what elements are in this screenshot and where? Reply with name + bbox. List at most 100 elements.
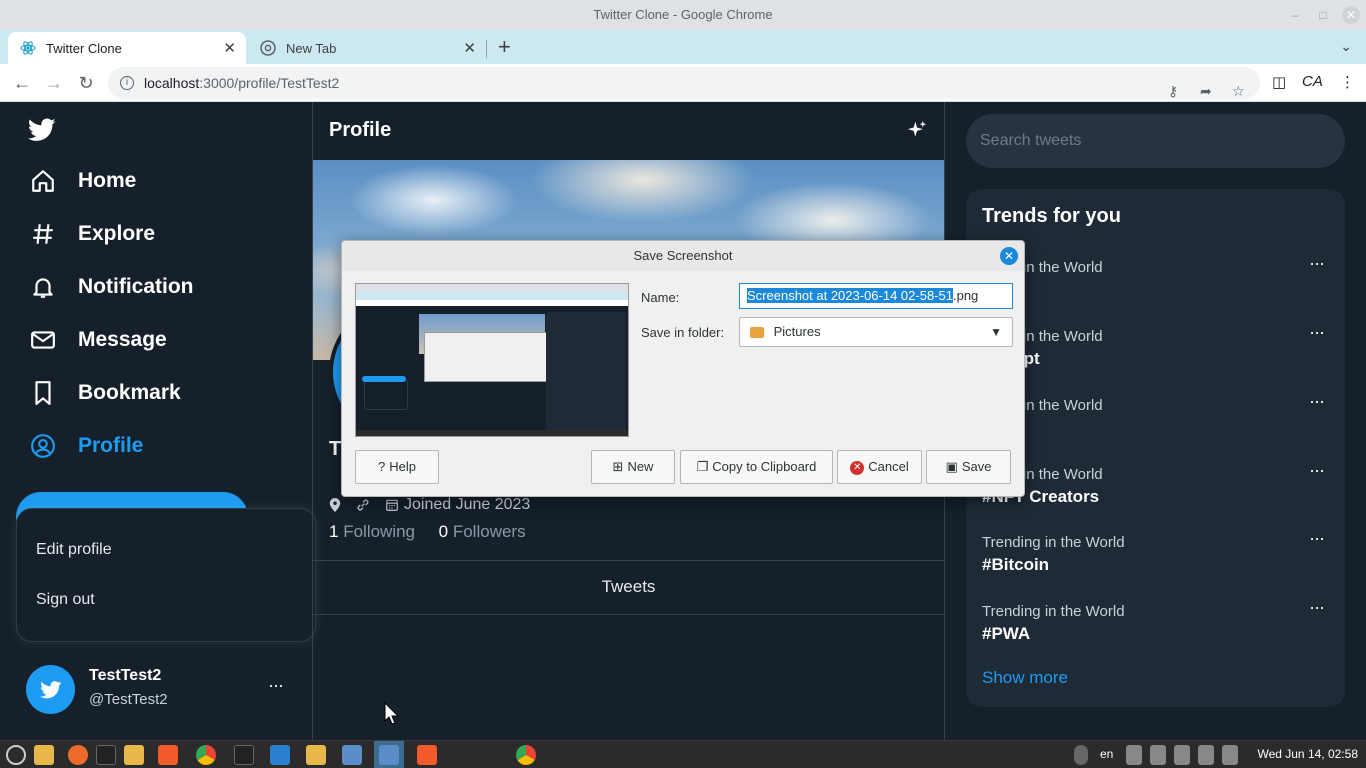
new-tab-button[interactable]: + bbox=[498, 36, 511, 58]
following-label[interactable]: Following bbox=[343, 522, 415, 541]
trend-more-icon[interactable]: ··· bbox=[1309, 253, 1325, 274]
trend-tag: #NFT Creators bbox=[982, 487, 1100, 506]
address-bar[interactable]: i localhost:3000/profile/TestTest2 ⚷ ➦ ☆ bbox=[108, 67, 1260, 99]
trend-more-icon[interactable]: ··· bbox=[1309, 322, 1325, 343]
close-tab-icon[interactable]: ✕ bbox=[223, 39, 236, 57]
side-panel-icon[interactable]: ◫ bbox=[1272, 73, 1286, 91]
sidebar-item-explore[interactable]: Explore bbox=[28, 219, 155, 249]
brave-icon[interactable] bbox=[417, 745, 437, 765]
sidebar-item-home[interactable]: Home bbox=[28, 166, 136, 196]
screenshot-icon[interactable] bbox=[342, 745, 362, 765]
trend-item[interactable]: nding in the World vid19 ··· bbox=[982, 253, 1332, 300]
trend-more-icon[interactable]: ··· bbox=[1309, 597, 1325, 618]
sidebar-item-bookmark[interactable]: Bookmark bbox=[28, 378, 181, 408]
show-more-link[interactable]: Show more bbox=[982, 668, 1068, 688]
terminal-icon[interactable] bbox=[96, 745, 116, 765]
back-arrow-icon[interactable]: ← bbox=[11, 72, 33, 94]
react-icon bbox=[20, 40, 36, 56]
tab-search-chevron-icon[interactable]: ⌄ bbox=[1340, 38, 1352, 55]
reload-icon[interactable]: ↻ bbox=[75, 72, 97, 94]
firefox-icon[interactable] bbox=[68, 745, 88, 765]
wifi-icon[interactable] bbox=[1198, 745, 1214, 765]
trend-tag: vid19 bbox=[982, 280, 1332, 300]
files-icon[interactable] bbox=[34, 745, 54, 765]
mint-menu-icon[interactable] bbox=[6, 745, 26, 765]
forward-arrow-icon[interactable]: → bbox=[43, 72, 65, 94]
trend-context: nding in the World bbox=[982, 328, 1103, 345]
updates-icon[interactable] bbox=[1150, 745, 1166, 765]
trend-more-icon[interactable]: ··· bbox=[1309, 460, 1325, 481]
more-options-icon[interactable]: ··· bbox=[268, 675, 284, 696]
save-button[interactable]: ▣ Save bbox=[926, 450, 1011, 484]
tab-new-tab[interactable]: New Tab ✕ bbox=[248, 32, 486, 64]
profile-extension-icon[interactable]: CA bbox=[1302, 73, 1323, 90]
trend-context: nding in the World bbox=[982, 397, 1103, 414]
trend-more-icon[interactable]: ··· bbox=[1309, 528, 1325, 549]
close-tab-icon[interactable]: ✕ bbox=[463, 39, 476, 57]
filename-input[interactable]: Screenshot at 2023-06-14 02-58-51.png bbox=[739, 283, 1013, 309]
site-info-icon[interactable]: i bbox=[120, 76, 134, 90]
chrome-icon[interactable] bbox=[196, 745, 216, 765]
search-input[interactable]: Search tweets bbox=[966, 114, 1345, 168]
sidebar-item-label: Message bbox=[78, 328, 167, 351]
trend-item[interactable]: nding in the World aScript ··· bbox=[982, 322, 1332, 369]
sidebar-item-profile[interactable]: Profile bbox=[28, 431, 143, 461]
window-titlebar: Twitter Clone - Google Chrome – □ ✕ bbox=[0, 0, 1366, 30]
save-label: Save bbox=[961, 459, 992, 474]
filename-selected-text: Screenshot at 2023-06-14 02-58-51 bbox=[747, 288, 953, 303]
sparkle-icon[interactable] bbox=[907, 120, 927, 145]
clock[interactable]: Wed Jun 14, 02:58 bbox=[1257, 747, 1358, 761]
tab-tweets[interactable]: Tweets bbox=[313, 560, 944, 615]
bluetooth-icon[interactable] bbox=[1074, 745, 1088, 765]
volume-icon[interactable] bbox=[1222, 745, 1238, 765]
trend-context: nding in the World bbox=[982, 466, 1103, 483]
envelope-icon bbox=[28, 325, 58, 355]
tab-tweets-label: Tweets bbox=[601, 577, 656, 596]
trend-item[interactable]: Trending in the World #PWA ··· bbox=[982, 597, 1332, 644]
folder-icon[interactable] bbox=[306, 745, 326, 765]
window-title: Twitter Clone - Google Chrome bbox=[593, 7, 773, 22]
tab-strip: Twitter Clone ✕ New Tab ✕ bbox=[0, 30, 1366, 64]
hashtag-icon bbox=[28, 219, 58, 249]
sidebar-item-label: Explore bbox=[78, 222, 156, 245]
trend-tag: ct bbox=[982, 418, 1332, 438]
edit-profile-menu-item[interactable]: Edit profile bbox=[36, 541, 112, 559]
bookmark-icon bbox=[28, 378, 58, 408]
account-switcher[interactable]: TestTest2 @TestTest2 ··· bbox=[26, 665, 296, 715]
chrome-icon[interactable] bbox=[516, 745, 536, 765]
sidebar-item-message[interactable]: Message bbox=[28, 325, 167, 355]
sidebar-item-label: Notification bbox=[78, 275, 194, 298]
dialog-close-button[interactable]: ✕ bbox=[1000, 247, 1018, 265]
link-icon bbox=[355, 497, 371, 513]
help-button[interactable]: ? Help bbox=[355, 450, 439, 484]
tab-twitter-clone[interactable]: Twitter Clone ✕ bbox=[8, 32, 246, 64]
clipboard-icon[interactable] bbox=[1126, 745, 1142, 765]
chrome-menu-icon[interactable]: ⋮ bbox=[1340, 73, 1355, 91]
cancel-label: Cancel bbox=[868, 459, 909, 474]
close-window-button[interactable]: ✕ bbox=[1342, 6, 1360, 24]
brave-icon[interactable] bbox=[158, 745, 178, 765]
folder-label: Save in folder: bbox=[641, 325, 725, 340]
twitter-bird-icon[interactable] bbox=[27, 118, 56, 147]
sidebar-item-notification[interactable]: Notification bbox=[28, 272, 194, 302]
sign-out-menu-item[interactable]: Sign out bbox=[36, 591, 95, 609]
keyboard-layout[interactable]: en bbox=[1100, 747, 1113, 761]
followers-count: 0 bbox=[438, 522, 449, 541]
followers-label[interactable]: Followers bbox=[453, 522, 526, 541]
folder-icon[interactable] bbox=[124, 745, 144, 765]
trend-item[interactable]: nding in the World #NFT Creators ··· bbox=[982, 460, 1332, 507]
terminal-icon[interactable] bbox=[234, 745, 254, 765]
trend-item[interactable]: nding in the World ct ··· bbox=[982, 391, 1332, 438]
profile-name: T bbox=[329, 438, 342, 460]
folder-select[interactable]: Pictures ▼ bbox=[739, 317, 1013, 347]
vscode-icon[interactable] bbox=[270, 745, 290, 765]
shield-icon[interactable] bbox=[1174, 745, 1190, 765]
trend-more-icon[interactable]: ··· bbox=[1309, 391, 1325, 412]
cancel-button[interactable]: ✕ Cancel bbox=[837, 450, 922, 484]
maximize-button[interactable]: □ bbox=[1314, 6, 1332, 24]
trend-item[interactable]: Trending in the World #Bitcoin ··· bbox=[982, 528, 1332, 575]
new-button[interactable]: ⊞ New bbox=[591, 450, 675, 484]
minimize-button[interactable]: – bbox=[1286, 6, 1304, 24]
copy-to-clipboard-button[interactable]: ❐ Copy to Clipboard bbox=[680, 450, 833, 484]
screenshot-icon[interactable] bbox=[379, 745, 399, 765]
